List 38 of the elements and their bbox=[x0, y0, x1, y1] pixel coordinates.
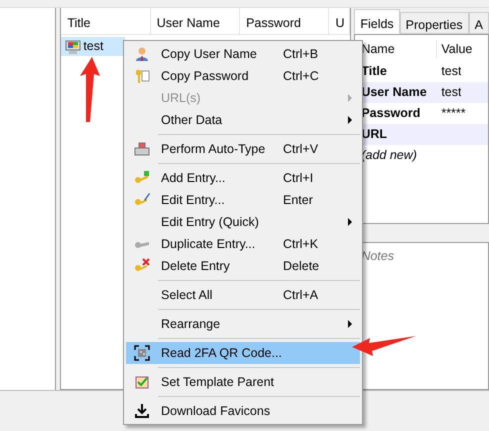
tab[interactable]: A bbox=[468, 12, 489, 34]
key-add-icon bbox=[134, 170, 150, 186]
entry-row[interactable]: test bbox=[61, 37, 126, 56]
field-name: Password bbox=[360, 105, 422, 122]
column-header[interactable]: Password bbox=[240, 8, 330, 34]
key-edit-icon bbox=[134, 192, 150, 208]
field-value: test bbox=[440, 63, 462, 80]
computer-icon bbox=[65, 38, 82, 54]
submenu-arrow-icon bbox=[346, 320, 354, 328]
column-header[interactable]: User Name bbox=[150, 8, 240, 34]
menu-item[interactable]: Edit Entry... Enter bbox=[126, 189, 360, 211]
template-icon bbox=[134, 374, 150, 390]
keyboard-icon bbox=[134, 141, 150, 157]
submenu-arrow-icon bbox=[346, 94, 354, 102]
download-icon bbox=[134, 403, 150, 419]
menu-item[interactable]: Other Data bbox=[126, 109, 360, 131]
tab[interactable]: Properties bbox=[400, 12, 469, 34]
field-name: Title bbox=[360, 63, 388, 80]
field-value: ***** bbox=[440, 105, 466, 122]
user-icon bbox=[134, 46, 150, 62]
menu-item[interactable]: Copy Password Ctrl+C bbox=[126, 65, 360, 87]
key-delete-icon bbox=[134, 258, 150, 274]
column-header[interactable]: U bbox=[329, 8, 350, 34]
submenu-arrow-icon bbox=[346, 116, 354, 124]
tab[interactable]: Fields bbox=[354, 9, 400, 34]
menu-item[interactable]: Perform Auto-Type Ctrl+V bbox=[126, 138, 360, 160]
annotation-arrow bbox=[80, 57, 100, 122]
menu-item[interactable]: Read 2FA QR Code... bbox=[126, 342, 360, 364]
menu-item[interactable]: Download Favicons bbox=[126, 400, 360, 422]
annotation-arrow bbox=[352, 336, 416, 356]
qr-code-icon bbox=[134, 345, 150, 361]
field-value: test bbox=[440, 84, 462, 102]
column-header[interactable]: Title bbox=[61, 8, 151, 34]
menu-item[interactable]: Edit Entry (Quick) bbox=[126, 211, 360, 233]
column-header[interactable]: Value bbox=[437, 40, 472, 58]
submenu-arrow-icon bbox=[346, 218, 354, 226]
menu-item[interactable]: Add Entry... Ctrl+I bbox=[126, 167, 360, 189]
key-icon bbox=[134, 68, 150, 84]
